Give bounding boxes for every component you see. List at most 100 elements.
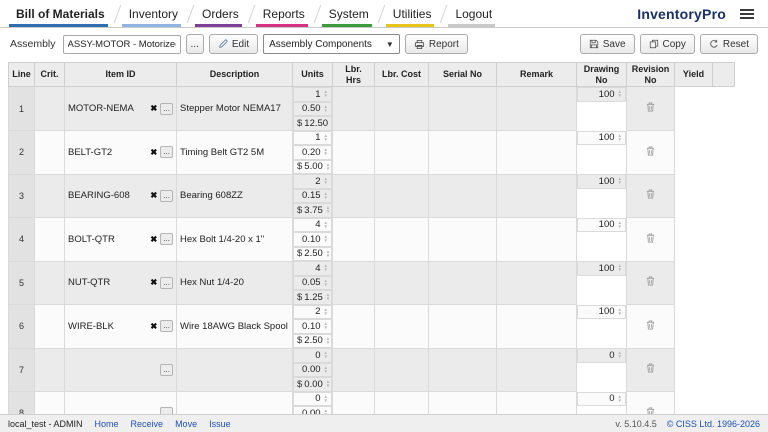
number-spinner-icon[interactable]: ▲▼ [324,365,328,374]
component-view-select[interactable]: Assembly Components ▼ [263,34,400,54]
footer-link-receive[interactable]: Receive [131,419,164,429]
serial-no-cell[interactable] [332,130,375,175]
footer-link-home[interactable]: Home [95,419,119,429]
delete-row-button[interactable] [646,146,655,156]
drawing-no-cell[interactable] [428,217,497,262]
number-spinner-icon[interactable]: ▲▼ [324,133,328,142]
labor-cost-cell[interactable]: $2.50 ▲ ▼ [293,246,332,261]
number-spinner-icon[interactable]: ▲▼ [324,394,328,403]
labor-hours-cell[interactable]: 0.10 ▲ ▼ [293,232,332,247]
footer-link-move[interactable]: Move [175,419,197,429]
remark-cell[interactable] [374,217,429,262]
number-spinner-icon[interactable]: ▲▼ [618,90,622,99]
serial-no-cell[interactable] [332,347,375,392]
delete-row-button[interactable] [646,363,655,373]
drawing-no-cell[interactable] [428,86,497,131]
item-id-cell[interactable]: ... [64,347,177,392]
serial-no-cell[interactable] [332,86,375,131]
number-spinner-icon[interactable]: ▲▼ [324,90,328,99]
description-cell[interactable]: Timing Belt GT2 5M [176,130,293,175]
item-id-cell[interactable]: MOTOR-NEMA ✖... [64,86,177,131]
labor-cost-cell[interactable]: $1.25 ▲ ▼ [293,290,332,305]
number-spinner-icon[interactable]: ▲▼ [324,322,328,331]
drawing-no-cell[interactable] [428,173,497,218]
number-spinner-icon[interactable]: ▲▼ [324,351,328,360]
remark-cell[interactable] [374,260,429,305]
description-cell[interactable]: Wire 18AWG Black Spool [176,304,293,349]
serial-no-cell[interactable] [332,173,375,218]
number-spinner-icon[interactable]: ▲▼ [618,351,622,360]
item-lookup-button[interactable]: ... [160,276,173,289]
labor-cost-cell[interactable]: $2.50 ▲ ▼ [293,333,332,348]
assembly-input[interactable] [62,34,181,54]
number-spinner-icon[interactable]: ▲▼ [618,394,622,403]
number-spinner-icon[interactable]: ▲▼ [326,249,330,258]
yield-cell[interactable]: 100 ▲ ▼ [577,130,626,145]
units-cell[interactable]: 4 ▲ ▼ [293,261,332,276]
crit-cell[interactable] [34,173,65,218]
labor-cost-cell[interactable]: $0.00▲▼ [293,377,332,392]
number-spinner-icon[interactable]: ▲▼ [618,133,622,142]
nav-tab-inventory[interactable]: Inventory [117,0,190,27]
units-cell[interactable]: 1 ▲ ▼ [293,130,332,145]
labor-cost-cell[interactable]: $3.75 ▲ ▼ [293,203,332,218]
number-spinner-icon[interactable]: ▲▼ [324,148,328,157]
crit-cell[interactable] [34,304,65,349]
item-id-cell[interactable]: WIRE-BLK ✖... [64,304,177,349]
nav-tab-system[interactable]: System [317,0,381,27]
number-spinner-icon[interactable]: ▲▼ [618,264,622,273]
units-cell[interactable]: 1 ▲ ▼ [293,87,332,102]
number-spinner-icon[interactable]: ▲▼ [618,177,622,186]
hamburger-menu-icon[interactable] [738,7,756,21]
number-spinner-icon[interactable]: ▲▼ [324,220,328,229]
clear-item-icon[interactable]: ✖ [150,277,157,288]
clear-item-icon[interactable]: ✖ [150,190,157,201]
edit-button[interactable]: Edit [208,34,259,54]
drawing-no-cell[interactable] [428,260,497,305]
remark-cell[interactable] [374,173,429,218]
delete-row-button[interactable] [646,189,655,199]
description-cell[interactable]: Bearing 608ZZ [176,173,293,218]
labor-hours-cell[interactable]: 0.20 ▲ ▼ [293,145,332,160]
number-spinner-icon[interactable]: ▲▼ [324,278,328,287]
revision-no-cell[interactable] [496,173,577,218]
item-id-cell[interactable]: BEARING-608 ✖... [64,173,177,218]
item-id-cell[interactable]: BELT-GT2 ✖... [64,130,177,175]
copy-button[interactable]: Copy [639,34,695,54]
revision-no-cell[interactable] [496,130,577,175]
units-cell[interactable]: 4 ▲ ▼ [293,217,332,232]
yield-cell[interactable]: 100 ▲ ▼ [577,261,626,276]
number-spinner-icon[interactable]: ▲▼ [618,307,622,316]
item-lookup-button[interactable]: ... [160,189,173,202]
yield-cell[interactable]: 0 ▲ ▼ [577,391,626,406]
item-lookup-button[interactable]: ... [160,363,173,376]
units-cell[interactable]: 2 ▲ ▼ [293,174,332,189]
item-lookup-button[interactable]: ... [160,233,173,246]
nav-tab-logout[interactable]: Logout [443,0,504,27]
revision-no-cell[interactable] [496,217,577,262]
units-cell[interactable]: 0 ▲ ▼ [293,348,332,363]
labor-hours-cell[interactable]: 0.10 ▲ ▼ [293,319,332,334]
units-cell[interactable]: 2 ▲ ▼ [293,304,332,319]
number-spinner-icon[interactable]: ▲▼ [326,293,330,302]
nav-tab-bill-of-materials[interactable]: Bill of Materials [4,0,117,27]
remark-cell[interactable] [374,347,429,392]
description-cell[interactable]: Hex Nut 1/4-20 [176,260,293,305]
remark-cell[interactable] [374,86,429,131]
labor-hours-cell[interactable]: 0.15 ▲ ▼ [293,188,332,203]
crit-cell[interactable] [34,86,65,131]
crit-cell[interactable] [34,260,65,305]
delete-row-button[interactable] [646,102,655,112]
clear-item-icon[interactable]: ✖ [150,234,157,245]
yield-cell[interactable]: 100 ▲ ▼ [577,87,626,102]
number-spinner-icon[interactable]: ▲▼ [324,191,328,200]
description-cell[interactable]: Stepper Motor NEMA17 [176,86,293,131]
description-cell[interactable] [176,347,293,392]
item-lookup-button[interactable]: ... [160,146,173,159]
nav-tab-orders[interactable]: Orders [190,0,251,27]
number-spinner-icon[interactable]: ▲▼ [326,380,330,389]
report-button[interactable]: Report [404,34,468,54]
serial-no-cell[interactable] [332,260,375,305]
delete-row-button[interactable] [646,276,655,286]
labor-hours-cell[interactable]: 0.00▲▼ [293,362,332,377]
